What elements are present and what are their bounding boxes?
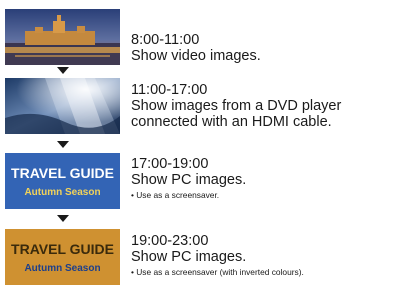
video-thumbnail: [5, 9, 120, 65]
down-arrow-icon: [57, 67, 69, 74]
time-range: 11:00-17:00: [131, 82, 208, 98]
note: • Use as a screensaver (with inverted co…: [131, 267, 304, 277]
thumb-title: TRAVEL GUIDE: [11, 241, 114, 257]
thumb-title: TRAVEL GUIDE: [11, 165, 114, 181]
thumb-subtitle: Autumn Season: [24, 263, 100, 274]
time-range: 17:00-19:00: [131, 156, 209, 172]
down-arrow-icon: [57, 141, 69, 148]
note: • Use as a screensaver.: [131, 190, 220, 200]
description-line-1: Show images from a DVD player: [131, 98, 342, 114]
pc-thumbnail: TRAVEL GUIDE Autumn Season: [5, 153, 120, 209]
time-range: 8:00-11:00: [131, 32, 200, 48]
pc-inverted-thumbnail: TRAVEL GUIDE Autumn Season: [5, 229, 120, 285]
description-line-2: connected with an HDMI cable.: [131, 114, 332, 130]
time-range: 19:00-23:00: [131, 233, 209, 249]
down-arrow-icon: [57, 215, 69, 222]
description: Show PC images.: [131, 249, 247, 265]
thumb-subtitle: Autumn Season: [24, 187, 100, 198]
description: Show PC images.: [131, 172, 247, 188]
description: Show video images.: [131, 48, 261, 64]
dvd-thumbnail: [5, 78, 120, 134]
